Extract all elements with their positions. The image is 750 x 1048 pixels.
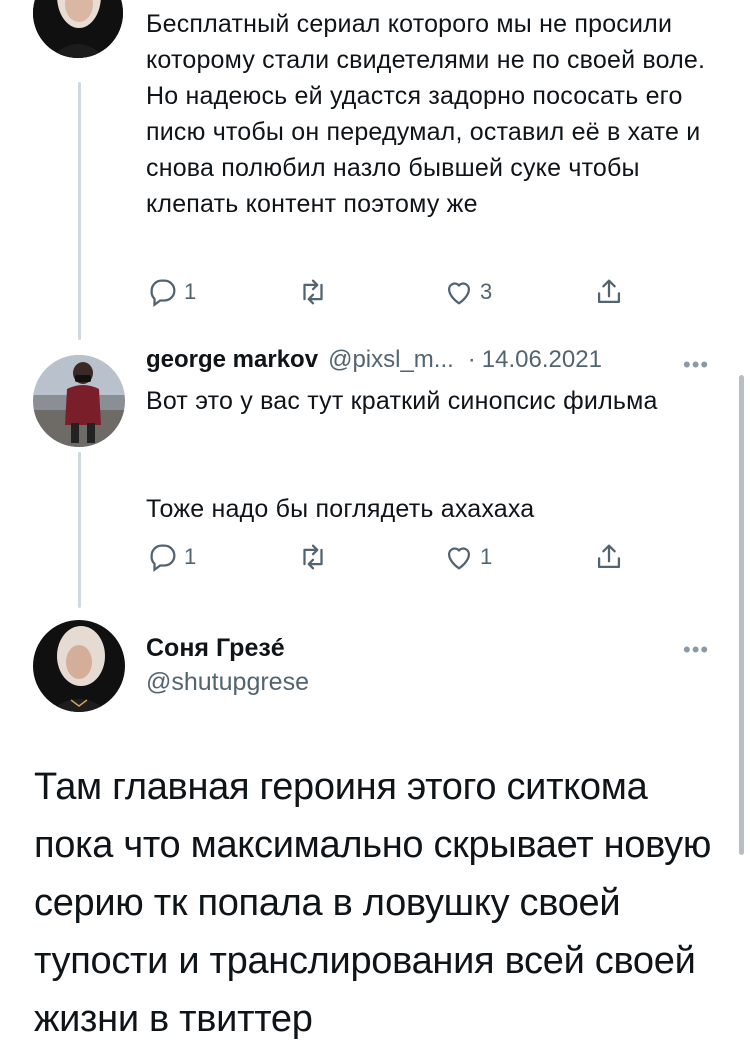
author-name[interactable]: george markov <box>146 346 318 374</box>
like-button[interactable]: 3 <box>442 272 492 312</box>
tweet-text: Бесплатный сериал которого мы не просили… <box>146 10 706 218</box>
author-handle[interactable]: @shutupgrese <box>146 668 309 697</box>
tweet-text: Там главная героиня этого ситкома пока ч… <box>34 766 712 1040</box>
share-icon <box>597 279 621 304</box>
retweet-icon <box>303 279 323 305</box>
reply-button[interactable]: 1 <box>146 537 196 577</box>
author-name[interactable]: Соня Грезé <box>146 634 285 663</box>
heart-icon <box>447 547 471 570</box>
like-count: 1 <box>480 544 493 569</box>
avatar[interactable] <box>33 355 125 447</box>
tweet-actions: 1 3 <box>146 272 646 312</box>
tweet-text-paragraph: Тоже надо бы поглядеть ахахаха <box>146 495 535 523</box>
reply-count: 1 <box>184 279 197 304</box>
tweet-actions: 1 1 <box>146 537 646 577</box>
retweet-button[interactable] <box>296 537 334 577</box>
reply-count: 1 <box>184 544 197 569</box>
share-icon <box>597 544 621 569</box>
reply-button[interactable]: 1 <box>146 272 196 312</box>
author-handle[interactable]: @pixsl_m... <box>328 346 454 374</box>
tweet-header: george markov @pixsl_m... · 14.06.2021 <box>146 346 706 374</box>
reply-icon <box>150 544 176 573</box>
share-button[interactable] <box>592 537 626 577</box>
more-icon[interactable]: ••• <box>683 639 709 661</box>
tweet-text: Вот это у вас тут краткий синопсис фильм… <box>146 387 658 415</box>
like-button[interactable]: 1 <box>442 537 492 577</box>
share-button[interactable] <box>592 272 626 312</box>
retweet-icon <box>303 544 323 570</box>
retweet-button[interactable] <box>296 272 334 312</box>
like-count: 3 <box>480 279 493 304</box>
heart-icon <box>447 282 471 305</box>
scrollbar[interactable] <box>739 375 744 855</box>
thread-line <box>78 452 81 608</box>
avatar[interactable] <box>33 0 123 58</box>
thread-line <box>78 82 81 340</box>
avatar[interactable] <box>33 620 125 712</box>
reply-icon <box>150 279 176 308</box>
separator-dot: · <box>467 346 476 373</box>
more-icon[interactable]: ••• <box>683 354 709 376</box>
tweet-date[interactable]: 14.06.2021 <box>482 346 602 374</box>
